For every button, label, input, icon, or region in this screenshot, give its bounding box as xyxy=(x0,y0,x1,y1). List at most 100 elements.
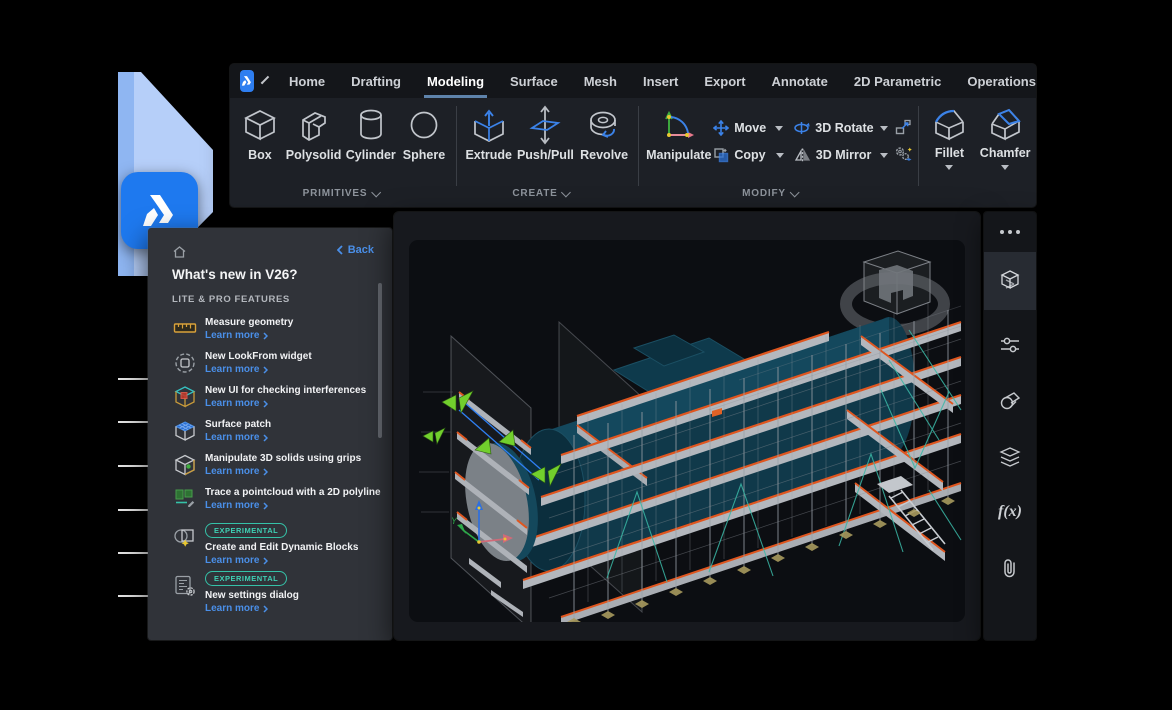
learn-more-link[interactable]: Learn more xyxy=(205,500,392,511)
fillet-icon xyxy=(929,105,969,143)
extrude-icon xyxy=(469,105,509,145)
lookfrom-widget[interactable] xyxy=(846,251,944,330)
dropdown-caret-icon[interactable] xyxy=(775,126,783,131)
tab-mesh[interactable]: Mesh xyxy=(571,64,630,98)
cylinder-icon xyxy=(351,105,391,145)
section-modify[interactable]: MODIFY xyxy=(742,188,798,199)
dropdown-caret-icon[interactable] xyxy=(880,153,888,158)
dropdown-caret-icon[interactable] xyxy=(945,165,953,170)
tool-extrude[interactable]: Extrude xyxy=(463,104,515,162)
layers-icon xyxy=(998,446,1022,468)
tool-copy[interactable]: Copy xyxy=(734,148,769,162)
guide-lines xyxy=(419,392,453,512)
chevron-down-icon[interactable] xyxy=(261,75,269,83)
mirror-3d-icon xyxy=(794,147,811,163)
lookfrom-icon xyxy=(173,351,197,375)
tool-pushpull[interactable]: Push/Pull xyxy=(515,104,577,162)
tool-sphere[interactable]: Sphere xyxy=(398,104,450,162)
decor-line xyxy=(118,378,149,380)
tab-home[interactable]: Home xyxy=(276,64,338,98)
tab-drafting[interactable]: Drafting xyxy=(338,64,414,98)
experimental-badge: EXPERIMENTAL xyxy=(205,571,287,586)
chevron-down-icon xyxy=(561,187,571,197)
overflow-menu-icon[interactable] xyxy=(1000,230,1020,234)
decor-line xyxy=(118,465,149,467)
tool-3d-mirror[interactable]: 3D Mirror xyxy=(816,148,874,162)
ruler-icon xyxy=(173,317,197,339)
tool-fillet[interactable]: Fillet xyxy=(925,104,975,170)
tool-3d-rotate[interactable]: 3D Rotate xyxy=(815,121,873,135)
feature-list: Measure geometry Learn more New LookFrom… xyxy=(148,314,392,614)
divider xyxy=(918,106,919,186)
revolve-icon xyxy=(584,105,624,145)
home-icon[interactable] xyxy=(172,245,187,259)
decor-line xyxy=(118,595,149,597)
sidebar-item-materials[interactable] xyxy=(984,381,1036,421)
chevron-right-icon xyxy=(263,434,268,442)
pushpull-icon xyxy=(525,105,565,145)
sidebar-item-properties[interactable] xyxy=(984,325,1036,365)
app-logo[interactable] xyxy=(240,70,254,92)
sidebar-item-model-browser[interactable] xyxy=(984,252,1036,310)
dynamic-blocks-icon xyxy=(173,526,197,550)
tab-export[interactable]: Export xyxy=(691,64,758,98)
dropdown-caret-icon[interactable] xyxy=(880,126,888,131)
tool-manipulate[interactable]: Manipulate xyxy=(645,104,713,162)
tab-modeling[interactable]: Modeling xyxy=(414,64,497,98)
sidebar-item-layers[interactable] xyxy=(984,437,1036,477)
tool-box[interactable]: Box xyxy=(236,104,284,162)
learn-more-link[interactable]: Learn more xyxy=(205,555,392,566)
dropdown-caret-icon[interactable] xyxy=(1001,165,1009,170)
feature-lookfrom-widget: New LookFrom widget Learn more xyxy=(148,348,392,382)
modify-small-buttons xyxy=(894,118,912,163)
feature-pointcloud-trace: Trace a pointcloud with a 2D polyline Le… xyxy=(148,484,392,518)
feature-dynamic-blocks: EXPERIMENTAL Create and Edit Dynamic Blo… xyxy=(148,518,392,566)
learn-more-link[interactable]: Learn more xyxy=(205,364,392,375)
learn-more-link[interactable]: Learn more xyxy=(205,330,392,341)
panel-subtitle: LITE & PRO FEATURES xyxy=(172,294,290,305)
learn-more-link[interactable]: Learn more xyxy=(205,398,392,409)
tool-revolve[interactable]: Revolve xyxy=(576,104,632,162)
bricscad-lambda-icon xyxy=(137,188,183,234)
panel-title: What's new in V26? xyxy=(172,267,297,282)
tab-insert[interactable]: Insert xyxy=(630,64,691,98)
bricscad-lambda-icon xyxy=(240,74,254,88)
back-button[interactable]: Back xyxy=(337,244,374,256)
decor-line xyxy=(118,552,149,554)
learn-more-link[interactable]: Learn more xyxy=(205,603,392,614)
gears-icon[interactable] xyxy=(894,145,912,163)
tool-chamfer[interactable]: Chamfer xyxy=(974,104,1036,170)
sidebar-item-attachments[interactable] xyxy=(984,548,1036,588)
tab-2d-parametric[interactable]: 2D Parametric xyxy=(841,64,954,98)
settings-dialog-icon xyxy=(173,574,197,598)
move-icon xyxy=(713,120,730,136)
tool-move[interactable]: Move xyxy=(734,121,769,135)
chamfer-icon xyxy=(985,105,1025,143)
surface-patch-icon xyxy=(173,419,197,443)
feature-settings-dialog: EXPERIMENTAL New settings dialog Learn m… xyxy=(148,566,392,614)
scale-rect-icon[interactable] xyxy=(894,118,912,136)
tab-operations[interactable]: Operations xyxy=(954,64,1049,98)
section-primitives[interactable]: PRIMITIVES xyxy=(303,188,380,199)
learn-more-link[interactable]: Learn more xyxy=(205,432,392,443)
tool-cylinder[interactable]: Cylinder xyxy=(343,104,398,162)
tool-polysolid[interactable]: Polysolid xyxy=(284,104,344,162)
whats-new-panel: Back What's new in V26? LITE & PRO FEATU… xyxy=(148,228,392,640)
feature-measure-geometry: Measure geometry Learn more xyxy=(148,314,392,348)
model-browser-icon xyxy=(997,268,1023,294)
sphere-icon xyxy=(404,105,444,145)
copy-icon xyxy=(713,147,730,163)
tab-annotate[interactable]: Annotate xyxy=(759,64,841,98)
decor-line xyxy=(118,421,149,423)
viewport-canvas[interactable]: Y xyxy=(409,240,965,622)
chevron-right-icon xyxy=(263,468,268,476)
divider xyxy=(638,106,639,186)
feature-surface-patch: Surface patch Learn more xyxy=(148,416,392,450)
section-create[interactable]: CREATE xyxy=(512,188,569,199)
sidebar-item-expressions[interactable]: f(x) xyxy=(984,492,1036,532)
dropdown-caret-icon[interactable] xyxy=(776,153,784,158)
chevron-right-icon xyxy=(263,332,268,340)
tab-surface[interactable]: Surface xyxy=(497,64,571,98)
ribbon-sections: PRIMITIVES CREATE MODIFY xyxy=(230,188,1036,202)
learn-more-link[interactable]: Learn more xyxy=(205,466,392,477)
